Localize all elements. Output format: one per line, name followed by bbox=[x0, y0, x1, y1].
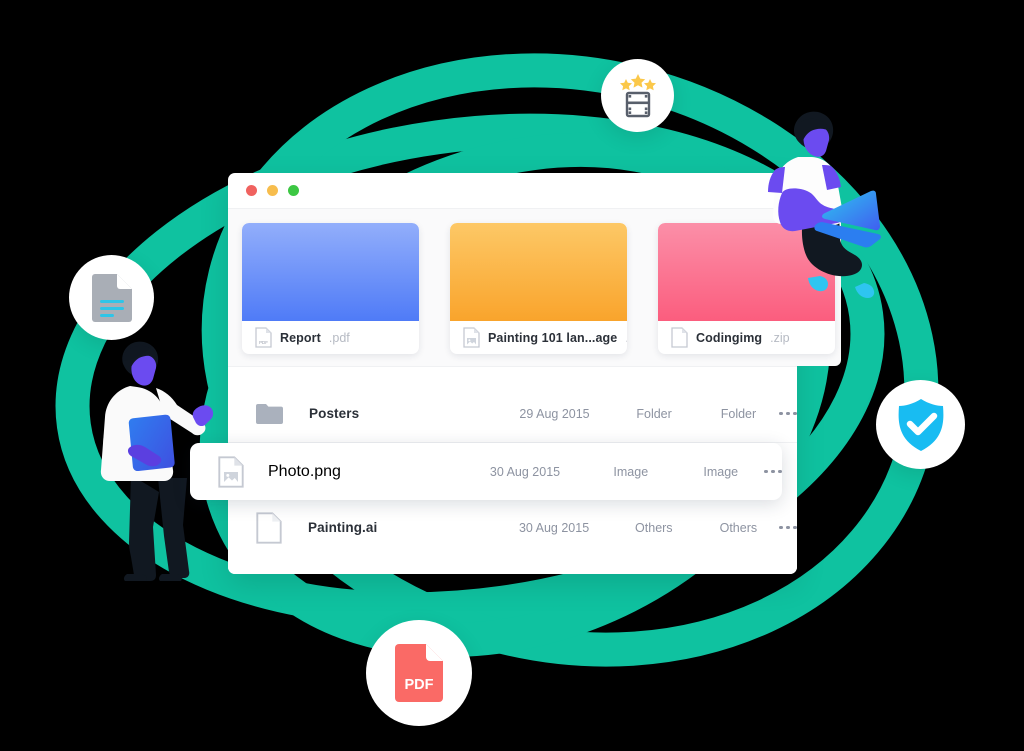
pdf-badge[interactable]: PDF bbox=[361, 615, 477, 731]
svg-text:PDF: PDF bbox=[259, 340, 268, 345]
minimize-button[interactable] bbox=[267, 185, 278, 196]
row-type: Image bbox=[703, 464, 739, 479]
row-date: 30 Aug 2015 bbox=[489, 464, 561, 479]
file-card-name: Codingimg bbox=[696, 330, 763, 345]
window-titlebar bbox=[228, 173, 797, 209]
file-card-meta: Codingimg .zip bbox=[658, 321, 835, 354]
row-name: Posters bbox=[309, 406, 360, 421]
more-options-icon[interactable] bbox=[779, 411, 797, 416]
more-options-icon[interactable] bbox=[764, 469, 783, 474]
recent-files-strip: PDF Report .pdf Painting 101 lan...age .… bbox=[228, 209, 841, 366]
blank-file-icon bbox=[256, 511, 282, 544]
file-card-report[interactable]: PDF Report .pdf bbox=[242, 223, 419, 354]
document-lines-icon bbox=[91, 273, 132, 322]
file-card-ext: .zip bbox=[770, 330, 790, 345]
image-file-icon bbox=[218, 455, 244, 488]
row-kind: Others bbox=[635, 520, 673, 535]
row-type: Others bbox=[719, 520, 758, 535]
file-card-thumbnail bbox=[450, 223, 627, 321]
film-strip-stars-icon bbox=[619, 73, 656, 117]
shield-badge[interactable] bbox=[871, 375, 970, 474]
image-file-icon bbox=[463, 327, 480, 348]
row-name: Photo.png bbox=[268, 462, 341, 480]
document-badge[interactable] bbox=[64, 250, 159, 345]
list-divider bbox=[228, 366, 797, 367]
file-card-thumbnail bbox=[242, 223, 419, 321]
file-list: Posters 29 Aug 2015 Folder Folder Photo.… bbox=[190, 366, 797, 574]
pdf-file-icon: PDF bbox=[255, 327, 272, 348]
close-button[interactable] bbox=[246, 185, 257, 196]
blank-file-icon bbox=[671, 327, 688, 348]
pdf-label: PDF bbox=[405, 677, 434, 693]
row-name: Painting.ai bbox=[308, 520, 378, 535]
file-card-meta: PDF Report .pdf bbox=[242, 321, 419, 354]
more-options-icon[interactable] bbox=[779, 525, 797, 530]
row-date: 29 Aug 2015 bbox=[519, 406, 590, 421]
video-badge[interactable] bbox=[596, 54, 679, 137]
table-row[interactable]: Posters 29 Aug 2015 Folder Folder bbox=[228, 385, 797, 442]
file-card-ext: .png bbox=[625, 331, 627, 345]
file-card-meta: Painting 101 lan...age .png bbox=[450, 321, 627, 354]
row-kind: Image bbox=[613, 464, 649, 479]
row-kind: Folder bbox=[636, 406, 672, 421]
folder-icon bbox=[256, 404, 283, 424]
table-row-selected[interactable]: Photo.png 30 Aug 2015 Image Image bbox=[190, 443, 783, 500]
pdf-file-icon: PDF bbox=[395, 644, 443, 702]
person-with-laptop-illustration bbox=[768, 111, 882, 298]
row-type: Folder bbox=[720, 406, 757, 421]
file-card-painting[interactable]: Painting 101 lan...age .png bbox=[450, 223, 627, 354]
table-row[interactable]: Painting.ai 30 Aug 2015 Others Others bbox=[228, 499, 797, 556]
row-date: 30 Aug 2015 bbox=[518, 520, 590, 535]
shield-check-icon bbox=[898, 398, 943, 451]
file-card-ext: .pdf bbox=[328, 330, 350, 345]
file-card-name: Painting 101 lan...age bbox=[488, 330, 618, 345]
file-card-name: Report bbox=[280, 330, 321, 345]
maximize-button[interactable] bbox=[288, 185, 299, 196]
illustration-scene: PDF Report .pdf Painting 101 lan...age .… bbox=[0, 0, 1024, 751]
